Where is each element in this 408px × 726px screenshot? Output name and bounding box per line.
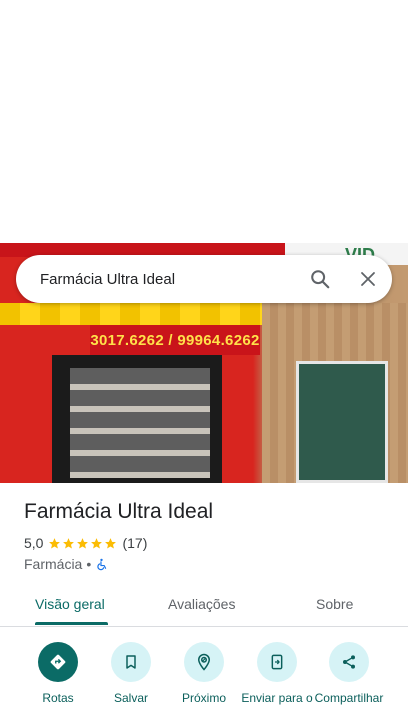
share-circle[interactable] [329, 642, 369, 682]
search-icon [311, 270, 330, 289]
save-circle[interactable] [111, 642, 151, 682]
send-to-phone-label: Enviar para o [241, 691, 313, 705]
share-label: Compartilhar [314, 691, 384, 705]
search-bar[interactable]: Farmácia Ultra Ideal [16, 255, 392, 303]
place-tabs: Visão geral Avaliações Sobre [0, 583, 408, 627]
photo-awning [0, 303, 270, 325]
tab-overview[interactable]: Visão geral [35, 596, 105, 612]
separator-dot: • [86, 556, 92, 572]
send-to-phone-icon [271, 654, 283, 670]
rating-value: 5,0 [24, 535, 44, 551]
nearby-circle[interactable] [184, 642, 224, 682]
save-label: Salvar [113, 691, 148, 705]
directions-button[interactable]: Rotas [18, 642, 98, 705]
category-row: Farmácia • [24, 556, 108, 572]
search-input[interactable]: Farmácia Ultra Ideal [16, 271, 296, 288]
photo-phone-banner: 3017.6262 / 99964.6262 [90, 325, 260, 355]
star-icon [63, 537, 75, 548]
rating-stars [48, 537, 117, 550]
star-icon [105, 537, 117, 548]
action-bar: Rotas Salvar Próximo Enviar para o Compa… [0, 640, 408, 726]
review-count: (17) [122, 535, 148, 551]
rating-row[interactable]: 5,0 (17) [24, 535, 147, 551]
share-button[interactable]: Compartilhar [309, 642, 389, 705]
bookmark-icon [126, 655, 136, 669]
directions-circle[interactable] [38, 642, 78, 682]
send-to-phone-button[interactable]: Enviar para o [237, 642, 317, 705]
nearby-button[interactable]: Próximo [164, 642, 244, 705]
star-icon [77, 537, 89, 548]
search-button[interactable] [296, 255, 344, 303]
star-icon [91, 537, 103, 548]
send-to-phone-circle[interactable] [257, 642, 297, 682]
nearby-icon [197, 653, 211, 671]
wheelchair-accessible-icon [97, 558, 107, 570]
tab-about[interactable]: Sobre [316, 596, 353, 612]
directions-icon [50, 654, 66, 670]
photo-door [296, 361, 388, 483]
nearby-label: Próximo [181, 691, 226, 705]
place-title: Farmácia Ultra Ideal [24, 500, 214, 523]
save-button[interactable]: Salvar [91, 642, 171, 705]
star-icon [49, 537, 61, 548]
active-tab-indicator [35, 622, 108, 625]
close-icon [361, 272, 375, 286]
photo-shelves [70, 368, 210, 478]
tab-reviews[interactable]: Avaliações [168, 596, 235, 612]
directions-label: Rotas [42, 691, 74, 705]
clear-search-button[interactable] [344, 255, 392, 303]
category-label: Farmácia [24, 556, 83, 572]
share-icon [343, 655, 355, 669]
